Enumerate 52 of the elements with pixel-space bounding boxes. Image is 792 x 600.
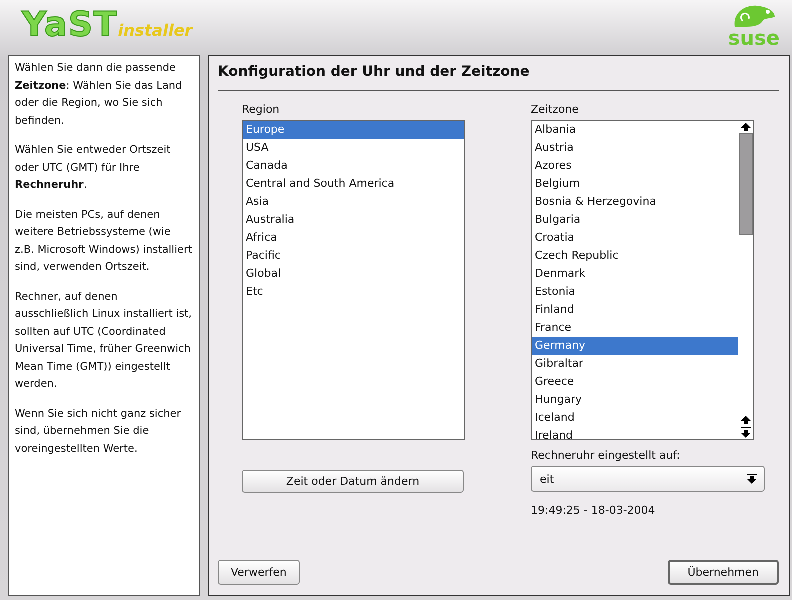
help-paragraph: Wählen Sie entweder Ortszeit oder UTC (GMT) für Ihre Rechneruhr. [15, 143, 172, 193]
timezone-item[interactable]: Estonia [532, 283, 738, 301]
timezone-item[interactable]: Ireland [532, 427, 738, 439]
scrollbar-thumb[interactable] [738, 133, 752, 235]
change-time-button[interactable]: Zeit oder Datum ändern [242, 470, 464, 493]
region-item[interactable]: Central and South America [243, 175, 464, 193]
timezone-list[interactable]: Albania Austria Azores Belgium Bosnia & Herzegovina Bulgaria Croatia Czech Republic Denmark Estonia Finland France Germany Gibraltar Greece Hungary Iceland Ireland [531, 120, 754, 440]
brand-text: suse [728, 29, 780, 47]
scrollbar[interactable] [738, 121, 753, 439]
clock-label: Rechneruhr eingestellt auf: [531, 449, 682, 462]
region-list[interactable]: Europe USA Canada Central and South America Asia Australia Africa Pacific Global Etc [242, 120, 465, 440]
timezone-item[interactable]: Hungary [532, 391, 738, 409]
timezone-item[interactable]: Albania [532, 121, 738, 139]
help-paragraph: Wählen Sie dann die passende Zeitzone: Wählen Sie das Land oder die Region, wo Sie sich befinden. [15, 61, 184, 128]
dropdown-arrow-icon [746, 473, 758, 485]
region-item[interactable]: Europe [243, 121, 464, 139]
timezone-item[interactable]: Denmark [532, 265, 738, 283]
timezone-item[interactable]: Gibraltar [532, 355, 738, 373]
scroll-up-icon[interactable] [740, 121, 752, 133]
timezone-item[interactable]: Finland [532, 301, 738, 319]
timezone-item[interactable]: Bosnia & Herzegovina [532, 193, 738, 211]
region-item[interactable]: Canada [243, 157, 464, 175]
timezone-item[interactable]: Czech Republic [532, 247, 738, 265]
region-item[interactable]: Etc [243, 283, 464, 301]
help-paragraph: Die meisten PCs, auf denen weitere Betriebssysteme (wie z.B. Microsoft Windows) installiert sind, verwenden Ortszeit. [15, 208, 193, 275]
scroll-down-icon[interactable] [740, 415, 752, 439]
timezone-item[interactable]: Azores [532, 157, 738, 175]
region-item[interactable]: Asia [243, 193, 464, 211]
timezone-item[interactable]: Iceland [532, 409, 738, 427]
region-item[interactable]: Africa [243, 229, 464, 247]
page-title: Konfiguration der Uhr und der Zeitzone [218, 64, 531, 80]
timezone-item[interactable]: Bulgaria [532, 211, 738, 229]
help-paragraph: Wenn Sie sich nicht ganz sicher sind, übernehmen Sie die voreingestellten Werte. [15, 406, 182, 456]
accept-button[interactable]: Übernehmen [668, 560, 779, 585]
timezone-item[interactable]: Germany [532, 337, 738, 355]
timezone-item[interactable]: Belgium [532, 175, 738, 193]
discard-button[interactable]: Verwerfen [218, 560, 300, 585]
help-paragraph: Rechner, auf denen ausschließlich Linux installiert ist, sollten auf UTC (Coordinated Universal Time, früher Greenwich Mean Time (GMT)) eingestellt werden. [15, 290, 193, 392]
clock-dropdown[interactable]: eit [531, 466, 765, 492]
region-item[interactable]: USA [243, 139, 464, 157]
timezone-item[interactable]: Austria [532, 139, 738, 157]
region-label: Region [242, 103, 281, 116]
logo-text: YaST [22, 5, 118, 45]
date-time-text: 19:49:25 - 18-03-2004 [531, 504, 656, 517]
logo-subtitle: installer [118, 21, 193, 40]
region-item[interactable]: Global [243, 265, 464, 283]
region-item[interactable]: Pacific [243, 247, 464, 265]
timezone-label: Zeitzone [531, 103, 580, 116]
timezone-item[interactable]: France [532, 319, 738, 337]
region-item[interactable]: Australia [243, 211, 464, 229]
timezone-item[interactable]: Greece [532, 373, 738, 391]
timezone-item[interactable]: Croatia [532, 229, 738, 247]
